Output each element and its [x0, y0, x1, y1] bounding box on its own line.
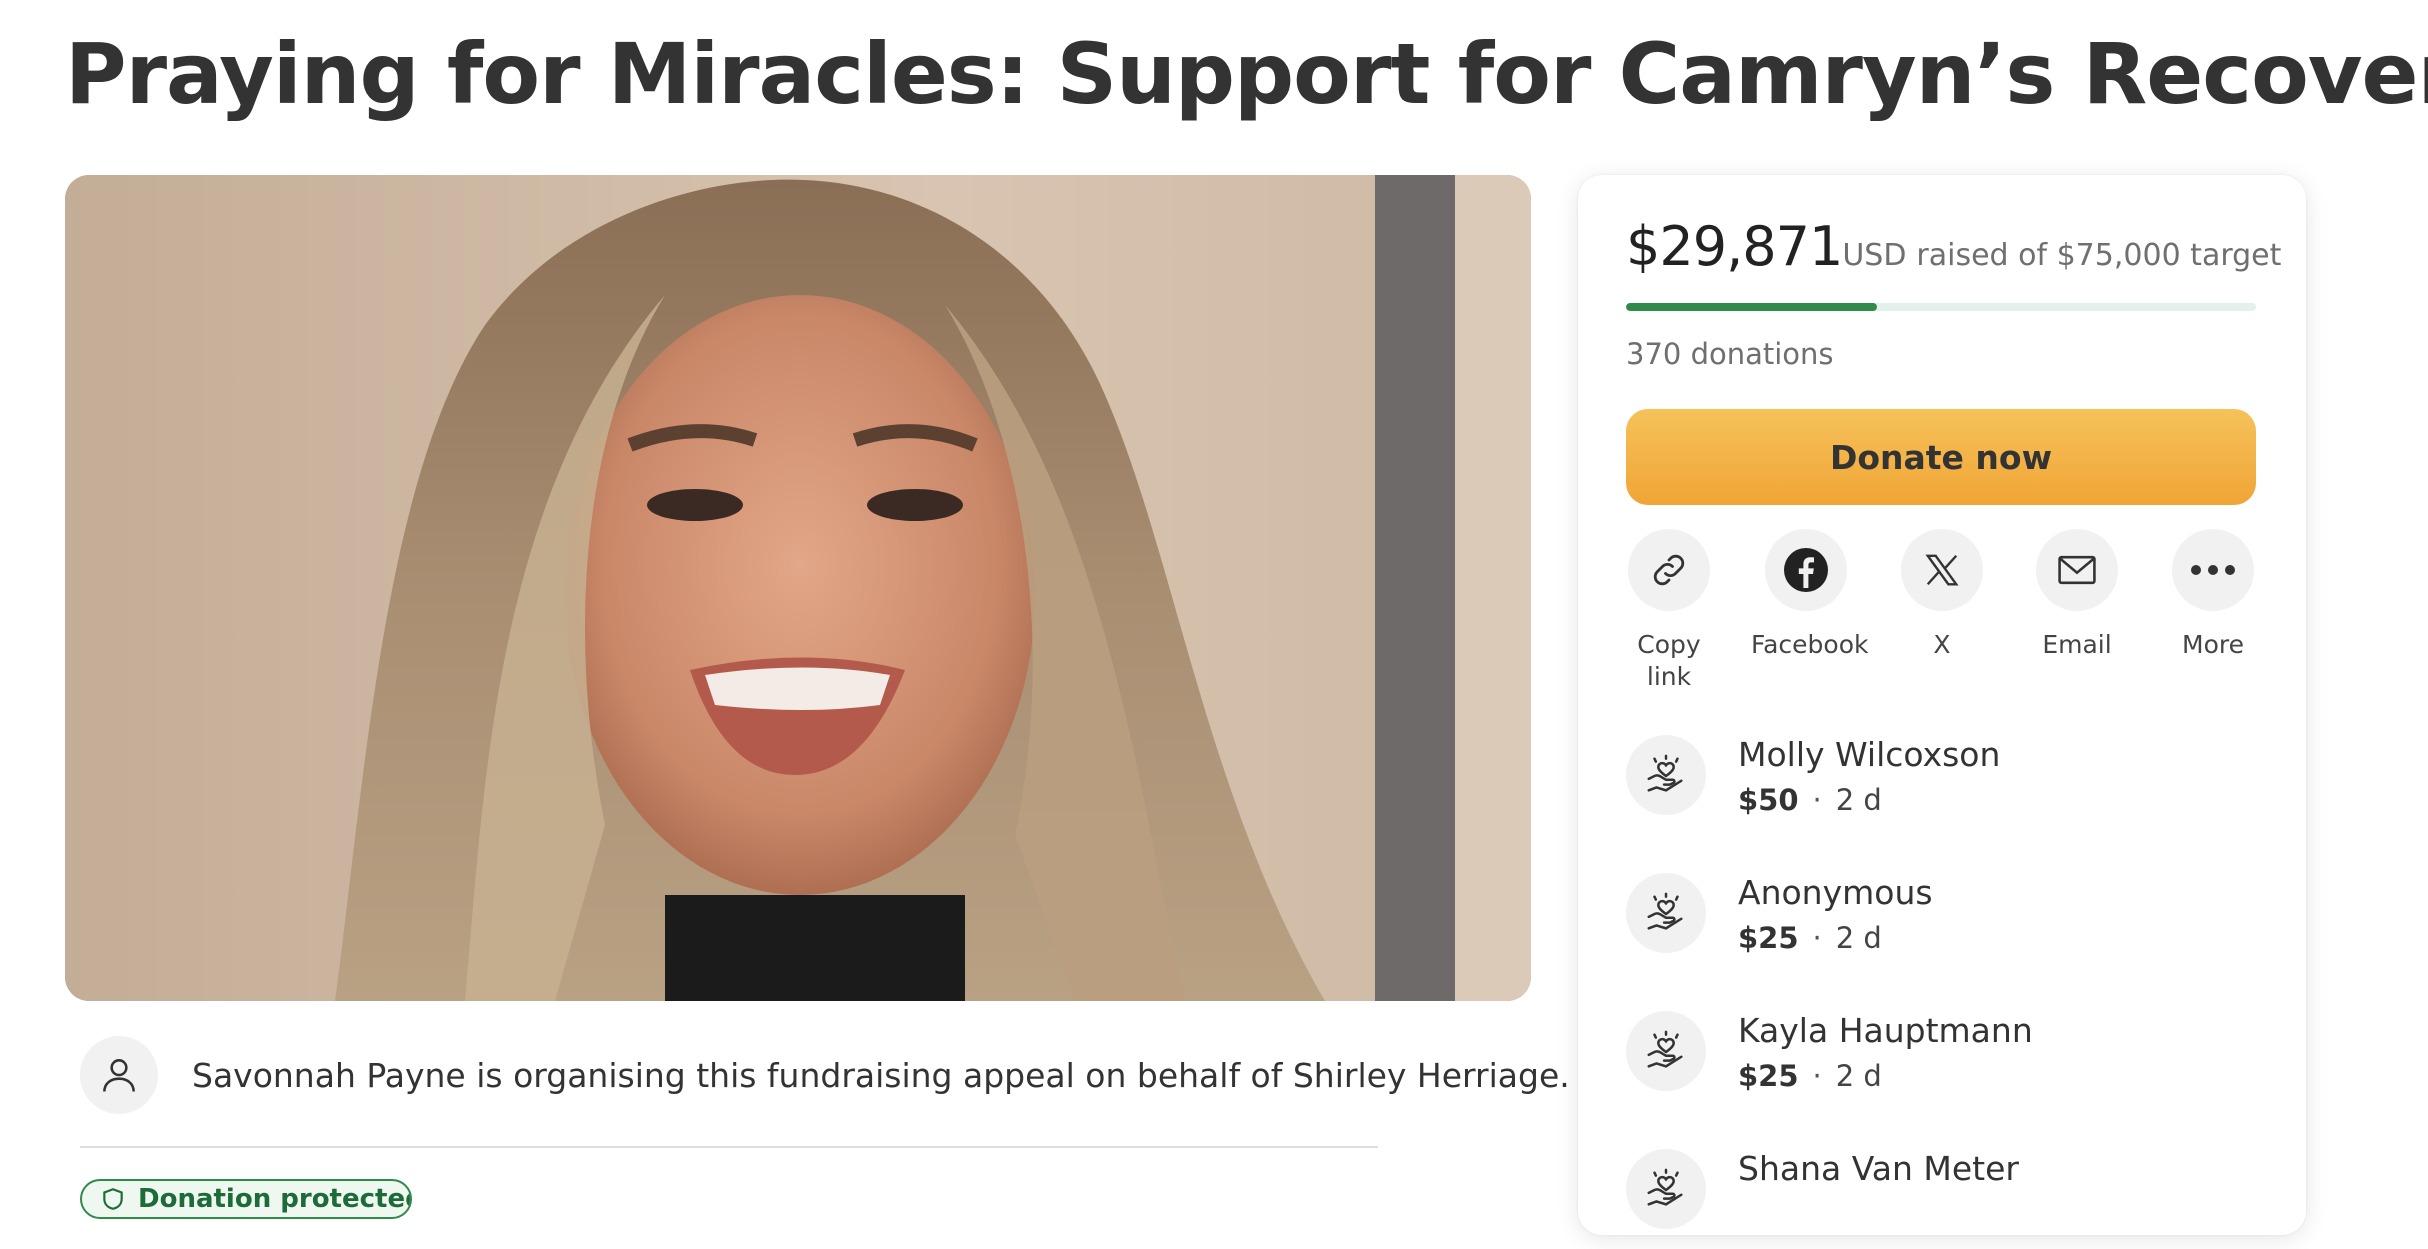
more-icon — [2172, 529, 2254, 611]
divider — [80, 1146, 1378, 1148]
x-icon — [1901, 529, 1983, 611]
share-row: Copy link Facebook X Email More — [1626, 529, 2256, 699]
organiser-text: Savonnah Payne is organising this fundra… — [192, 1055, 1570, 1095]
organiser-info: Savonnah Payne is organising this fundra… — [80, 1035, 1570, 1115]
donor-time: 2 d — [1835, 921, 1882, 955]
donation-card: $29,871 USD raised of $75,000 target 370… — [1578, 175, 2306, 1235]
donor-time: 2 d — [1835, 783, 1882, 817]
donor-time: 2 d — [1835, 1059, 1882, 1093]
link-icon — [1628, 529, 1710, 611]
share-label: Email — [2042, 630, 2112, 659]
page-title: Praying for Miracles: Support for Camryn… — [65, 25, 2428, 123]
donor-meta: $25 · 2 d — [1738, 921, 1882, 955]
separator-dot: · — [1812, 1059, 1822, 1093]
donor-name: Anonymous — [1738, 873, 1933, 912]
progress-fill — [1626, 303, 1877, 311]
donations-count: 370 donations — [1626, 337, 1834, 371]
heart-hand-icon — [1626, 1149, 1706, 1229]
donor-meta: $50 · 2 d — [1738, 783, 1882, 817]
separator-dot: · — [1812, 921, 1822, 955]
raised-currency: USD — [1842, 238, 1907, 273]
hero-photo[interactable] — [65, 175, 1531, 1001]
raised-summary: $29,871 USD raised of $75,000 target — [1626, 215, 2281, 278]
donor-item: Kayla Hauptmann $25 · 2 d — [1626, 1011, 2256, 1111]
heart-hand-icon — [1626, 1011, 1706, 1091]
donor-name: Molly Wilcoxson — [1738, 735, 2001, 774]
raised-target-text: raised of $75,000 target — [1916, 238, 2282, 273]
email-icon — [2036, 529, 2118, 611]
user-icon — [80, 1036, 158, 1114]
heart-hand-icon — [1626, 735, 1706, 815]
donor-name: Kayla Hauptmann — [1738, 1011, 2033, 1050]
facebook-icon — [1765, 529, 1847, 611]
share-label: More — [2182, 630, 2244, 659]
progress-bar — [1626, 303, 2256, 311]
hero-photo-illustration — [65, 175, 1531, 1001]
share-label: X — [1933, 630, 1951, 659]
share-facebook[interactable]: Facebook — [1736, 529, 1876, 661]
donor-item: Anonymous $25 · 2 d — [1626, 873, 2256, 973]
share-label: Copy link — [1637, 630, 1701, 691]
badge-text: Donation protected — [138, 1184, 412, 1214]
separator-dot: · — [1812, 783, 1822, 817]
donor-amount: $50 — [1738, 783, 1799, 817]
donate-now-button[interactable]: Donate now — [1626, 409, 2256, 505]
donor-item: Shana Van Meter — [1626, 1149, 2256, 1249]
share-label: Facebook — [1751, 630, 1869, 659]
donor-item: Molly Wilcoxson $50 · 2 d — [1626, 735, 2256, 835]
donation-protected-badge[interactable]: Donation protected — [80, 1179, 412, 1219]
raised-amount: $29,871 — [1626, 215, 1843, 278]
heart-hand-icon — [1626, 873, 1706, 953]
donor-meta: $25 · 2 d — [1738, 1059, 1882, 1093]
donor-amount: $25 — [1738, 921, 1799, 955]
donor-amount: $25 — [1738, 1059, 1799, 1093]
share-copy-link[interactable]: Copy link — [1599, 529, 1739, 693]
shield-icon — [103, 1188, 123, 1210]
share-more[interactable]: More — [2143, 529, 2283, 661]
donor-name: Shana Van Meter — [1738, 1149, 2019, 1188]
share-x[interactable]: X — [1872, 529, 2012, 661]
share-email[interactable]: Email — [2007, 529, 2147, 661]
